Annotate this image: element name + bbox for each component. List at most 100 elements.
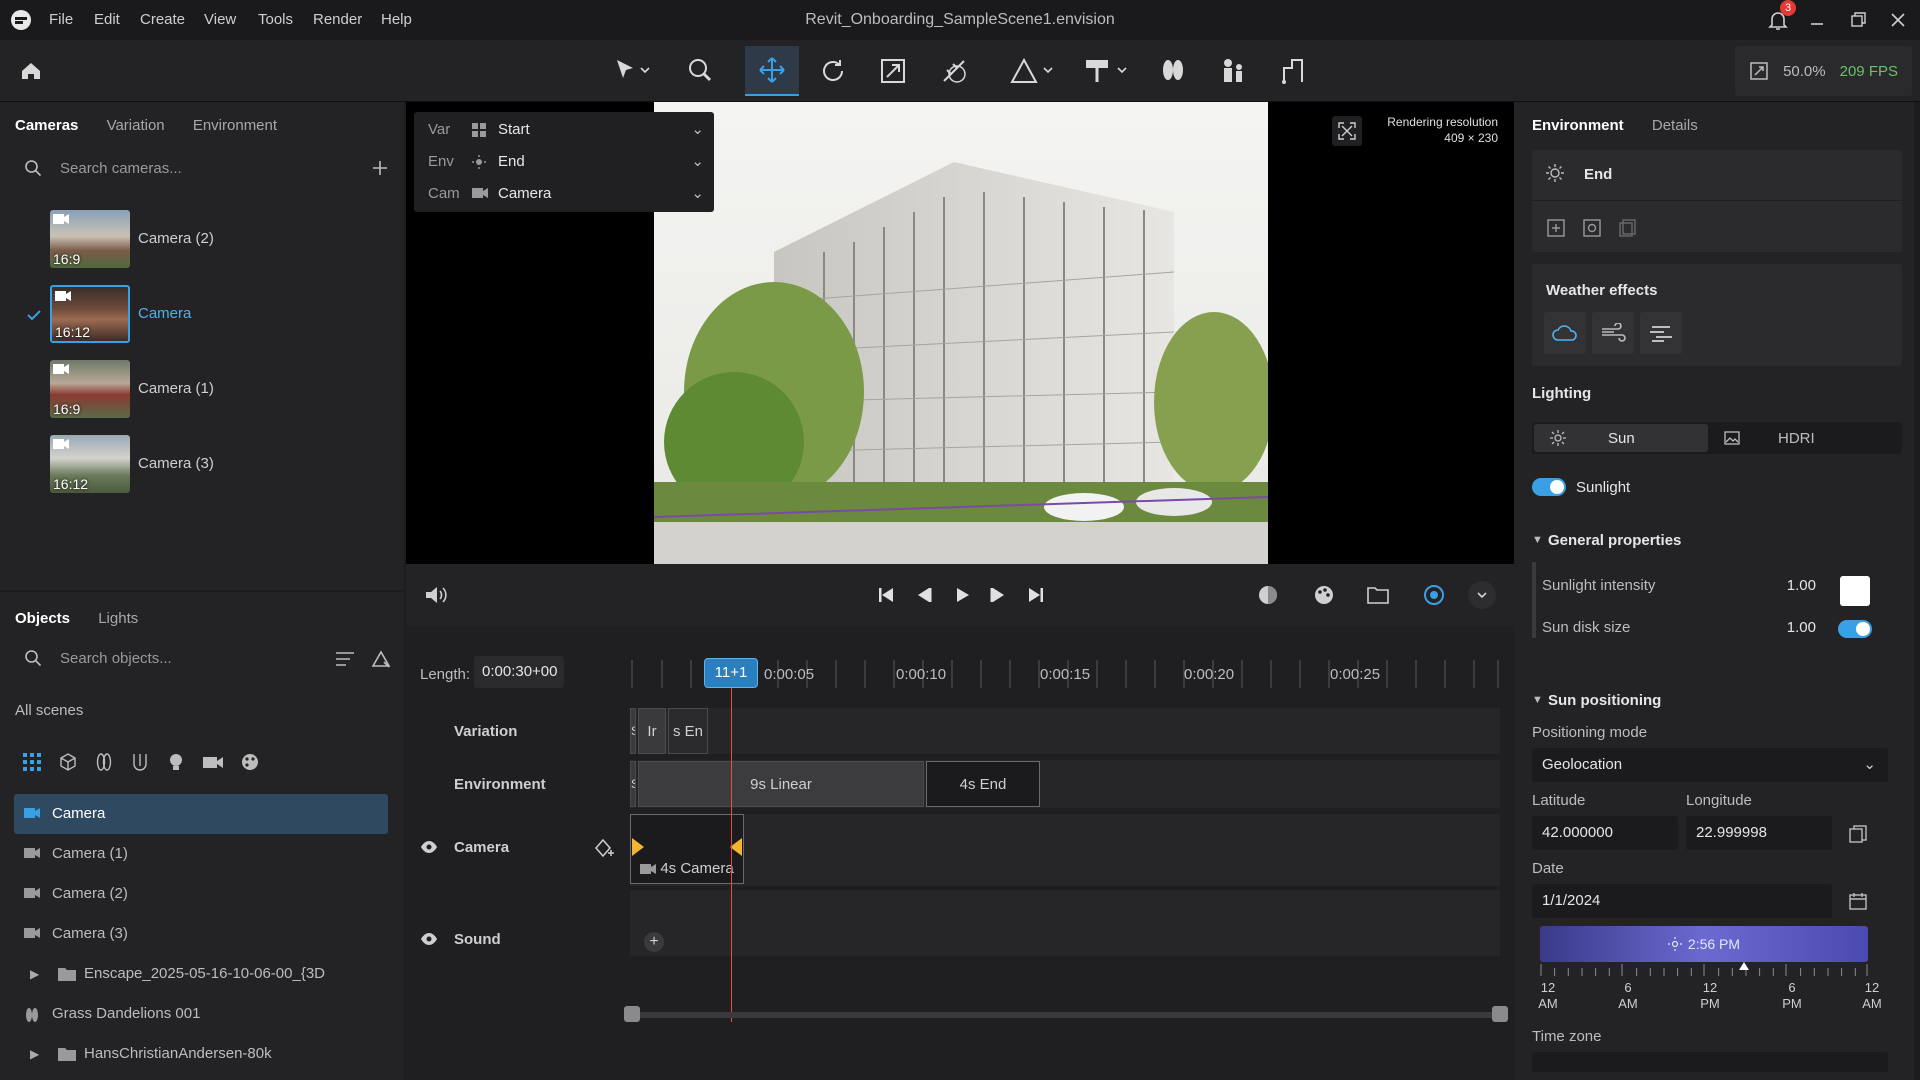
sunlight-color-swatch[interactable] xyxy=(1840,576,1870,606)
step-back-icon[interactable] xyxy=(910,581,938,609)
camera-list-item[interactable]: 16:9 Camera (1) xyxy=(20,360,380,424)
object-row-group[interactable]: ▶ HansChristianAndersen-80k xyxy=(14,1034,388,1074)
eye-icon[interactable] xyxy=(420,932,438,946)
object-row[interactable]: Camera (1) xyxy=(14,834,388,874)
camera-track[interactable] xyxy=(630,814,1500,886)
path-tool-icon[interactable] xyxy=(1266,46,1320,96)
object-row[interactable]: Camera (3) xyxy=(14,914,388,954)
camera-dropdown[interactable]: Cam Camera ⌄ xyxy=(414,178,714,210)
palette-icon[interactable] xyxy=(240,752,260,772)
wind-icon[interactable] xyxy=(1592,312,1634,354)
fullscreen-icon[interactable] xyxy=(1332,116,1362,146)
general-properties-title[interactable]: General properties xyxy=(1548,532,1681,549)
skip-to-start-icon[interactable] xyxy=(872,581,900,609)
sound-track[interactable] xyxy=(630,890,1500,956)
render-settings-icon[interactable] xyxy=(1420,581,1448,609)
sun-positioning-title[interactable]: Sun positioning xyxy=(1548,692,1661,709)
paint-roller-icon[interactable] xyxy=(1080,46,1134,96)
cloud-icon[interactable] xyxy=(1544,312,1586,354)
more-options-chevron-icon[interactable] xyxy=(1468,581,1496,609)
longitude-input[interactable]: 22.999998 xyxy=(1686,816,1832,850)
variation-track[interactable] xyxy=(630,708,1500,754)
sun-tab[interactable]: Sun xyxy=(1534,424,1708,452)
filter-icon[interactable] xyxy=(334,649,356,669)
object-row[interactable]: Grass Dandelions 001 xyxy=(14,994,388,1034)
vegetation-icon[interactable] xyxy=(1146,46,1200,96)
home-icon[interactable] xyxy=(4,46,58,96)
tab-environment-props[interactable]: Environment xyxy=(1532,117,1624,134)
panel-scrollbar[interactable] xyxy=(1914,102,1920,1080)
measure-tool-icon[interactable] xyxy=(927,46,981,96)
tab-variation[interactable]: Variation xyxy=(107,117,165,134)
light-bulb-icon[interactable] xyxy=(166,752,186,772)
place-asset-icon[interactable] xyxy=(1006,46,1060,96)
environment-name[interactable]: End xyxy=(1584,166,1612,183)
add-camera-icon[interactable] xyxy=(370,158,390,178)
object-row[interactable]: Camera (2) xyxy=(14,874,388,914)
sunlight-intensity-value[interactable]: 1.00 xyxy=(1776,577,1816,594)
all-categories-icon[interactable] xyxy=(22,752,42,772)
date-input[interactable]: 1/1/2024 xyxy=(1532,884,1832,918)
menu-tools[interactable]: Tools xyxy=(258,0,293,40)
move-tool-icon[interactable] xyxy=(745,46,799,96)
menu-create[interactable]: Create xyxy=(140,0,185,40)
select-tool-icon[interactable] xyxy=(604,46,658,96)
collapse-caret-icon[interactable]: ▼ xyxy=(1532,534,1543,546)
tab-lights[interactable]: Lights xyxy=(98,610,138,627)
menu-render[interactable]: Render xyxy=(313,0,362,40)
camera-list-item[interactable]: 16:12 Camera (3) xyxy=(20,435,380,499)
tab-details[interactable]: Details xyxy=(1652,117,1698,134)
fog-icon[interactable] xyxy=(1640,312,1682,354)
camera-filter-icon[interactable] xyxy=(202,752,224,772)
time-slider-thumb[interactable] xyxy=(1739,962,1750,970)
object-row-camera[interactable]: Camera xyxy=(14,794,388,834)
environment-settings-icon[interactable] xyxy=(1582,218,1602,238)
environment-dropdown[interactable]: Env End ⌄ xyxy=(414,146,714,178)
render-mode-icon[interactable] xyxy=(1254,581,1282,609)
notifications-bell-icon[interactable]: 3 xyxy=(1766,0,1796,32)
object-search[interactable]: Search objects... xyxy=(24,640,324,676)
paint-brush-icon[interactable] xyxy=(672,46,726,96)
clear-filter-icon[interactable] xyxy=(370,648,392,670)
playhead-handle[interactable]: 11+1 xyxy=(704,658,758,688)
scale-tool-icon[interactable] xyxy=(866,46,920,96)
latitude-input[interactable]: 42.000000 xyxy=(1532,816,1678,850)
variation-clip[interactable]: s En xyxy=(668,708,708,754)
camera-list-item-selected[interactable]: 16:12 Camera xyxy=(20,285,380,349)
calendar-icon[interactable] xyxy=(1848,891,1868,911)
tab-environment[interactable]: Environment xyxy=(193,117,277,134)
menu-help[interactable]: Help xyxy=(381,0,412,40)
camera-search[interactable]: Search cameras... xyxy=(24,150,394,186)
camera-list-item[interactable]: 16:9 Camera (2) xyxy=(20,210,380,274)
vegetation-filter-icon[interactable] xyxy=(94,752,114,772)
close-icon[interactable] xyxy=(1886,8,1910,32)
scene-render[interactable] xyxy=(654,102,1268,564)
add-keyframe-icon[interactable] xyxy=(594,838,616,858)
play-icon[interactable] xyxy=(948,581,976,609)
render-viewport[interactable]: Var Start ⌄ Env End ⌄ Cam Camera ⌄ Rende… xyxy=(406,102,1514,564)
step-forward-icon[interactable] xyxy=(984,581,1012,609)
expand-caret-icon[interactable]: ▶ xyxy=(30,954,39,994)
volume-icon[interactable] xyxy=(422,581,450,609)
eye-icon[interactable] xyxy=(420,840,438,854)
tab-cameras[interactable]: Cameras xyxy=(15,117,78,134)
menu-file[interactable]: File xyxy=(49,0,73,40)
material-icon[interactable] xyxy=(130,752,150,772)
positioning-mode-select[interactable]: Geolocation ⌄ xyxy=(1532,748,1888,782)
time-of-day-slider[interactable]: 2:56 PM xyxy=(1540,926,1868,962)
folder-open-icon[interactable] xyxy=(1364,581,1392,609)
people-icon[interactable] xyxy=(1206,46,1260,96)
timeline-scrollbar[interactable] xyxy=(630,1012,1500,1018)
scroll-handle-left[interactable] xyxy=(624,1006,640,1022)
variation-dropdown[interactable]: Var Start ⌄ xyxy=(414,114,714,146)
copy-environment-icon[interactable] xyxy=(1618,218,1638,238)
environment-clip-end[interactable]: 4s End xyxy=(926,761,1040,807)
sun-disk-size-value[interactable]: 1.00 xyxy=(1776,619,1816,636)
menu-edit[interactable]: Edit xyxy=(94,0,120,40)
environment-clip[interactable]: S xyxy=(630,761,636,807)
sunlight-toggle[interactable] xyxy=(1532,478,1566,496)
skip-to-end-icon[interactable] xyxy=(1022,581,1050,609)
camera-clip[interactable]: 4s Camera xyxy=(630,814,744,884)
menu-view[interactable]: View xyxy=(204,0,236,40)
keyframe-start-marker[interactable] xyxy=(632,838,644,856)
